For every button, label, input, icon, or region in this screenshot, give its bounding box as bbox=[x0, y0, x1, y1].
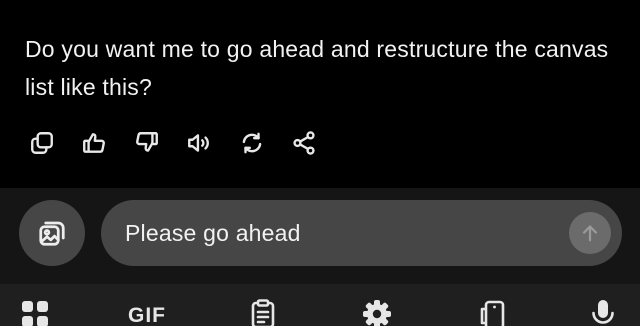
clipboard-icon bbox=[251, 299, 275, 326]
clipboard-button[interactable] bbox=[248, 299, 278, 326]
send-button[interactable] bbox=[569, 212, 611, 254]
regenerate-button[interactable] bbox=[235, 126, 269, 160]
composer bbox=[0, 188, 640, 284]
microphone-icon bbox=[592, 300, 614, 324]
settings-gear-icon bbox=[363, 300, 391, 326]
share-icon bbox=[293, 131, 315, 155]
message-input-pill bbox=[101, 200, 622, 266]
message-actions bbox=[25, 126, 345, 160]
arrow-up-icon bbox=[582, 225, 598, 242]
regenerate-icon bbox=[242, 132, 262, 154]
apps-grid-button[interactable] bbox=[20, 299, 50, 326]
settings-button[interactable] bbox=[362, 299, 392, 326]
gif-label: GIF bbox=[128, 304, 166, 326]
thumbs-down-icon bbox=[136, 132, 158, 152]
copy-button[interactable] bbox=[25, 126, 59, 160]
attach-image-button[interactable] bbox=[19, 200, 85, 266]
phone-mode-button[interactable] bbox=[478, 299, 508, 326]
apps-grid-icon bbox=[22, 301, 48, 326]
copy-icon bbox=[31, 132, 53, 154]
read-aloud-button[interactable] bbox=[182, 126, 216, 160]
chat-area: Do you want me to go ahead and restructu… bbox=[0, 0, 640, 188]
image-gallery-icon bbox=[39, 221, 65, 246]
thumbs-down-button[interactable] bbox=[130, 126, 164, 160]
thumbs-up-button[interactable] bbox=[77, 126, 111, 160]
read-aloud-icon bbox=[188, 134, 209, 152]
gif-button[interactable]: GIF bbox=[128, 299, 166, 326]
message-input[interactable] bbox=[125, 200, 555, 266]
keyboard-toolbar: GIF bbox=[0, 284, 640, 326]
phone-mode-icon bbox=[480, 300, 505, 326]
thumbs-up-icon bbox=[83, 133, 105, 153]
assistant-message: Do you want me to go ahead and restructu… bbox=[25, 36, 609, 100]
share-button[interactable] bbox=[287, 126, 321, 160]
microphone-button[interactable] bbox=[588, 299, 618, 326]
